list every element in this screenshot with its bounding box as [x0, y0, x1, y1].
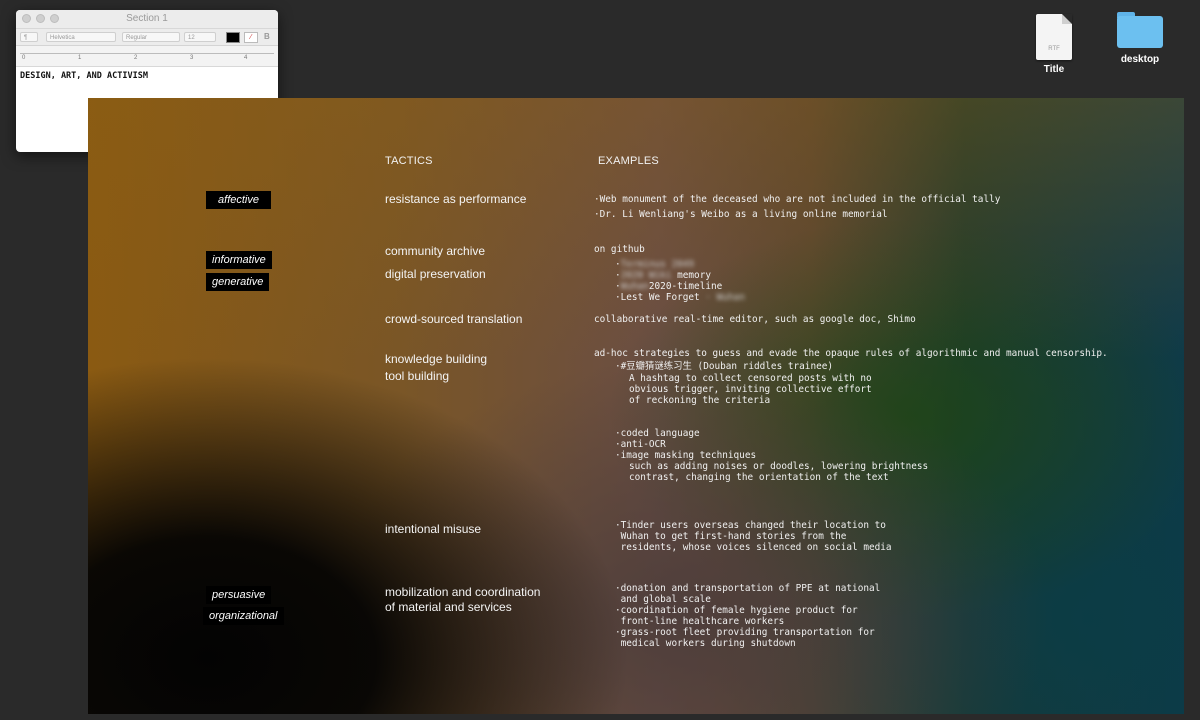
tactic-translation: crowd-sourced translation	[385, 312, 523, 326]
ruler-mark: 2	[134, 55, 138, 61]
bold-button[interactable]: B	[264, 32, 270, 41]
rtf-document-icon: RTF	[1036, 14, 1072, 60]
font-family-select[interactable]: Helvetica	[46, 32, 116, 42]
tactic-knowledge-building: knowledge building	[385, 352, 488, 366]
highlight-color-icon[interactable]: ⁄	[244, 32, 258, 43]
font-size-select[interactable]: 12	[184, 32, 216, 42]
tactic-digital-preservation: digital preservation	[385, 267, 486, 281]
archive-item: ·Wuhan2020-timeline	[615, 281, 723, 292]
archive-item-text: 2020-timeline	[648, 281, 723, 292]
ruler-mark: 3	[190, 55, 194, 61]
text-color-swatch[interactable]	[226, 32, 240, 43]
example-translation: collaborative real-time editor, such as …	[594, 314, 916, 325]
example-github: on github	[594, 244, 645, 255]
tag-generative: generative	[206, 273, 270, 291]
archive-item: ·Lest We Forget · Wuhan	[615, 292, 745, 303]
ruler-mark: 4	[244, 55, 248, 61]
presentation-slide: TACTICS EXAMPLES affective informative g…	[88, 98, 1184, 714]
example-douban-hashtag: ·#豆瓣猜谜练习生 (Douban riddles trainee)	[615, 361, 834, 372]
window-titlebar[interactable]: Section 1	[16, 10, 278, 29]
blurred-text: Wuhan	[620, 281, 649, 292]
archive-item: ·Terminus 2049	[615, 259, 695, 270]
tag-persuasive: persuasive	[206, 586, 272, 604]
desktop-file-title[interactable]: RTF Title	[1014, 14, 1094, 75]
example-knowledge-intro: ad-hoc strategies to guess and evade the…	[594, 348, 1108, 359]
example-web-monument: ·Web monument of the deceased who are no…	[594, 194, 1001, 205]
ruler-mark: 0	[22, 55, 26, 61]
desktop-folder-desktop[interactable]: desktop	[1100, 12, 1180, 65]
window-title: Section 1	[126, 13, 168, 24]
example-mobilization: ·donation and transportation of PPE at n…	[615, 583, 881, 649]
tactic-resistance: resistance as performance	[385, 192, 527, 206]
tag-affective: affective	[206, 191, 271, 209]
tag-informative: informative	[206, 251, 272, 269]
paragraph-style-select[interactable]: ¶	[20, 32, 38, 42]
tactic-mobilization: mobilization and coordination of materia…	[385, 585, 541, 614]
example-douban-description: A hashtag to collect censored posts with…	[629, 373, 872, 406]
examples-header: EXAMPLES	[598, 155, 659, 167]
tag-organizational: organizational	[203, 607, 284, 625]
ruler[interactable]: 0 1 2 3 4	[16, 46, 278, 67]
archive-item-text: memory	[677, 270, 711, 281]
archive-item-text: ·Lest We Forget	[615, 292, 700, 303]
desktop-folder-label: desktop	[1120, 54, 1160, 65]
font-style-select[interactable]: Regular	[122, 32, 180, 42]
rtf-badge: RTF	[1048, 46, 1060, 52]
example-techniques-description: such as adding noises or doodles, loweri…	[629, 461, 929, 483]
example-tinder: ·Tinder users overseas changed their loc…	[615, 520, 892, 553]
tactics-header: TACTICS	[385, 155, 433, 167]
archive-item: ·2020 Wiki memory	[615, 270, 711, 281]
example-li-wenliang: ·Dr. Li Wenliang's Weibo as a living onl…	[594, 209, 888, 220]
tactic-community-archive: community archive	[385, 244, 486, 258]
tactic-tool-building: tool building	[385, 369, 450, 383]
desktop-file-label: Title	[1043, 64, 1065, 75]
document-text: DESIGN, ART, AND ACTIVISM	[20, 71, 148, 81]
blurred-text: Terminus 2049	[620, 259, 695, 270]
folder-icon	[1117, 12, 1163, 48]
ruler-mark: 1	[78, 55, 82, 61]
example-techniques: ·coded language ·anti-OCR ·image masking…	[615, 428, 757, 461]
desktop: RTF Title desktop Section 1 ¶ Helvetica …	[0, 0, 1200, 720]
blurred-text: 2020 Wiki	[620, 270, 672, 281]
document-text-area[interactable]: DESIGN, ART, AND ACTIVISM	[16, 67, 278, 85]
format-toolbar: ¶ Helvetica Regular 12 ⁄ B	[16, 29, 278, 46]
blurred-text: · Wuhan	[705, 292, 745, 303]
tactic-intentional-misuse: intentional misuse	[385, 522, 482, 536]
